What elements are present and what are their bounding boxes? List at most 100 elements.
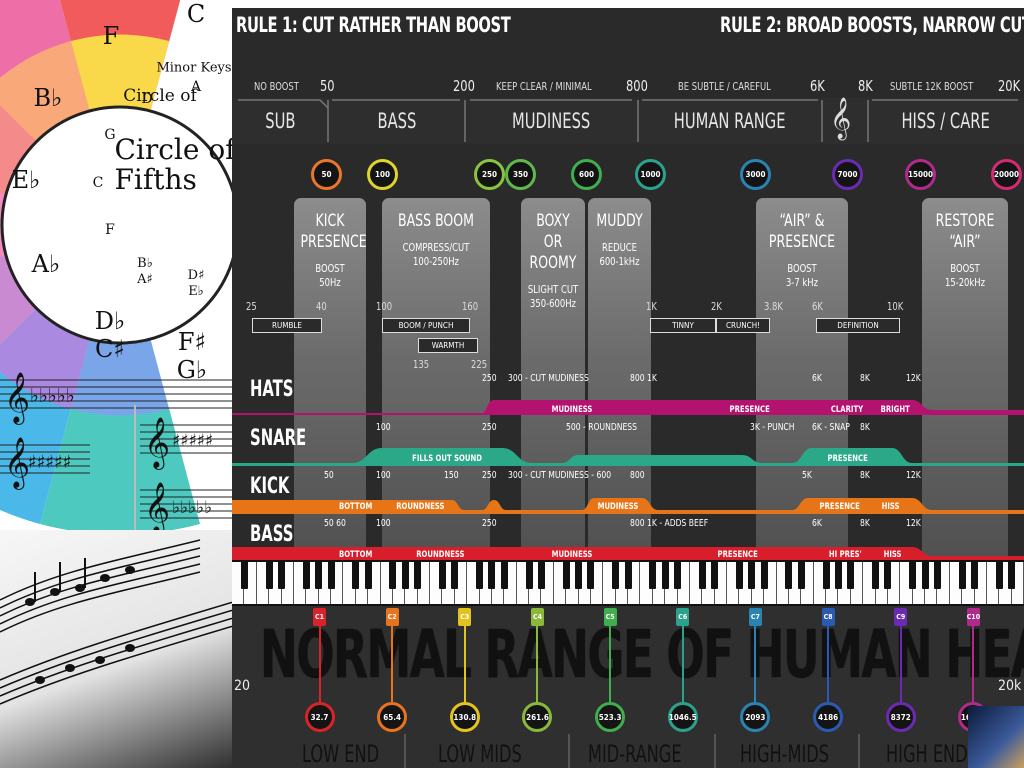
kick-band-mudiness: MUDINESS xyxy=(597,502,639,512)
hearing-end-label: 20k xyxy=(998,678,1022,694)
piano-black-key xyxy=(476,562,483,589)
guidance-subtle-12k: SUBTLE 12K BOOST xyxy=(890,80,974,93)
bass-band-hiss: HISS xyxy=(883,550,902,560)
piano-black-key xyxy=(661,562,669,589)
piano-black-key xyxy=(488,562,496,589)
inner-key-c: C xyxy=(92,175,104,191)
octave-note-label: C8 xyxy=(821,608,835,626)
column-restore-air-sub: BOOST 15-20kHz xyxy=(944,262,986,289)
pill-boom-punch: BOOM / PUNCH xyxy=(382,318,470,333)
column-bass-boom-sub: COMPRESS/CUT 100-250Hz xyxy=(402,241,470,268)
bass-mark-6k: 6K xyxy=(812,518,822,529)
piano-black-key xyxy=(933,562,941,589)
column-restore-air-title: RESTORE “AIR” xyxy=(935,211,995,252)
svg-text:♭♭♭♭♭: ♭♭♭♭♭ xyxy=(30,385,75,407)
piano-black-key xyxy=(401,562,409,589)
freq-circle-350: 350 xyxy=(505,159,536,190)
bass-band-presence: PRESENCE xyxy=(717,550,758,560)
inner-key-a: A xyxy=(190,79,202,95)
range-mark-40: 40 xyxy=(316,300,327,313)
circle-title-line2-text: Fifths xyxy=(114,163,197,196)
corner-photo-thumbnail xyxy=(968,706,1024,768)
freq-boundary-6k: 6K xyxy=(810,77,825,95)
range-low-end: LOW END xyxy=(302,740,380,768)
octave-frequency-circle: 8372 xyxy=(885,702,916,732)
range-divider xyxy=(404,734,406,768)
piano-black-key xyxy=(872,562,879,589)
svg-text:𝄞: 𝄞 xyxy=(4,437,30,490)
guidance-keep-clear: KEEP CLEAR / MINIMAL xyxy=(496,80,592,93)
piano-black-key xyxy=(302,562,310,589)
piano-black-key xyxy=(884,562,892,589)
snare-mark-8k: 8K xyxy=(860,422,870,433)
freq-circle-15000: 15000 xyxy=(905,159,936,190)
snare-mark-6k: 6K - SNAP xyxy=(812,422,850,433)
column-boxy-roomy-title: BOXY OR ROOMY xyxy=(529,211,577,273)
svg-text:♭♭♭♭♭: ♭♭♭♭♭ xyxy=(172,498,212,518)
piano-black-key xyxy=(575,562,582,589)
range-mark-1k: 1K xyxy=(646,300,657,313)
svg-text:♯♯♯♯♯: ♯♯♯♯♯ xyxy=(28,452,72,473)
band-human-range-label: HUMAN RANGE xyxy=(674,108,786,133)
kick-mark-800: 800 xyxy=(630,470,645,481)
range-mid-range: MID-RANGE xyxy=(588,740,682,768)
freq-circle-20000: 20000 xyxy=(991,159,1022,190)
hearing-start-label: 20 xyxy=(234,678,251,694)
svg-text:𝄞: 𝄞 xyxy=(4,372,30,425)
octave-stem xyxy=(899,626,902,702)
freq-boundary-20k: 20K xyxy=(998,77,1021,95)
circle-of-fifths-wallpaper: Circle of Circle of Fifths Minor Keys C … xyxy=(0,0,240,560)
snare-mark-250: 250 xyxy=(482,422,497,433)
freq-circle-3000: 3000 xyxy=(740,159,771,190)
piano-black-key xyxy=(612,562,620,589)
outer-key-f: F xyxy=(102,22,120,50)
snare-band-presence: PRESENCE xyxy=(827,454,868,464)
piano-black-key xyxy=(414,562,422,589)
kick-band-bottom: BOTTOM xyxy=(338,502,373,512)
band-bass: BASS xyxy=(328,99,465,142)
outer-key-eflat: E♭ xyxy=(11,166,41,194)
column-air-presence-title: “AIR” & PRESENCE xyxy=(768,211,836,252)
piano-black-key xyxy=(525,562,533,589)
octave-note-label: C4 xyxy=(530,608,544,626)
octave-stem xyxy=(827,626,830,702)
human-hearing-range-panel: NORMAL RANGE OF HUMAN HEARING 20 20k C1 3… xyxy=(232,606,1024,768)
sheet-music-notes xyxy=(0,539,241,705)
outer-key-dflat: D♭ C♯ xyxy=(94,307,126,363)
range-mark-10k: 10K xyxy=(887,300,904,313)
snare-eq-curve xyxy=(232,448,1024,466)
octave-note-label: C9 xyxy=(894,608,908,626)
svg-text:♯♯♯♯♯: ♯♯♯♯♯ xyxy=(172,431,213,451)
range-mark-25: 25 xyxy=(246,300,257,313)
bass-mark-50-60: 50 60 xyxy=(324,518,346,529)
range-mark-160: 160 xyxy=(462,300,479,313)
sheet-music-photo xyxy=(0,530,241,768)
inner-key-bflat: B♭ A♯ xyxy=(137,256,153,287)
piano-black-key xyxy=(822,562,830,589)
octave-stem xyxy=(536,626,539,702)
piano-keyboard xyxy=(232,560,1024,606)
freq-circle-7000: 7000 xyxy=(832,159,863,190)
piano-black-key xyxy=(278,562,285,589)
freq-circle-250: 250 xyxy=(474,159,505,190)
inner-key-dsharp: D♯ E♭ xyxy=(187,268,205,299)
band-hiss-care: HISS / CARE xyxy=(868,99,1024,142)
piano-black-key xyxy=(760,562,768,589)
svg-text:𝄞: 𝄞 xyxy=(144,417,170,470)
snare-mark-100: 100 xyxy=(376,422,391,433)
hats-mark-8k: 8K xyxy=(860,373,870,384)
octave-stem xyxy=(754,626,757,702)
piano-black-key xyxy=(958,562,966,589)
octave-stem xyxy=(391,626,394,702)
pill-definition: DEFINITION xyxy=(816,318,900,333)
freq-boundary-800: 800 xyxy=(626,77,648,95)
piano-black-key xyxy=(265,562,273,589)
band-mudiness: MUDINESS xyxy=(465,99,638,142)
hats-mark-800-1k: 800 1K xyxy=(630,373,657,384)
freq-circle-50: 50 xyxy=(311,159,342,190)
octave-note-label: C5 xyxy=(603,608,617,626)
piano-black-key xyxy=(315,562,323,589)
piano-black-key xyxy=(389,562,397,589)
column-muddy-title: MUDDY xyxy=(596,211,643,231)
inner-key-g: G xyxy=(104,127,116,143)
